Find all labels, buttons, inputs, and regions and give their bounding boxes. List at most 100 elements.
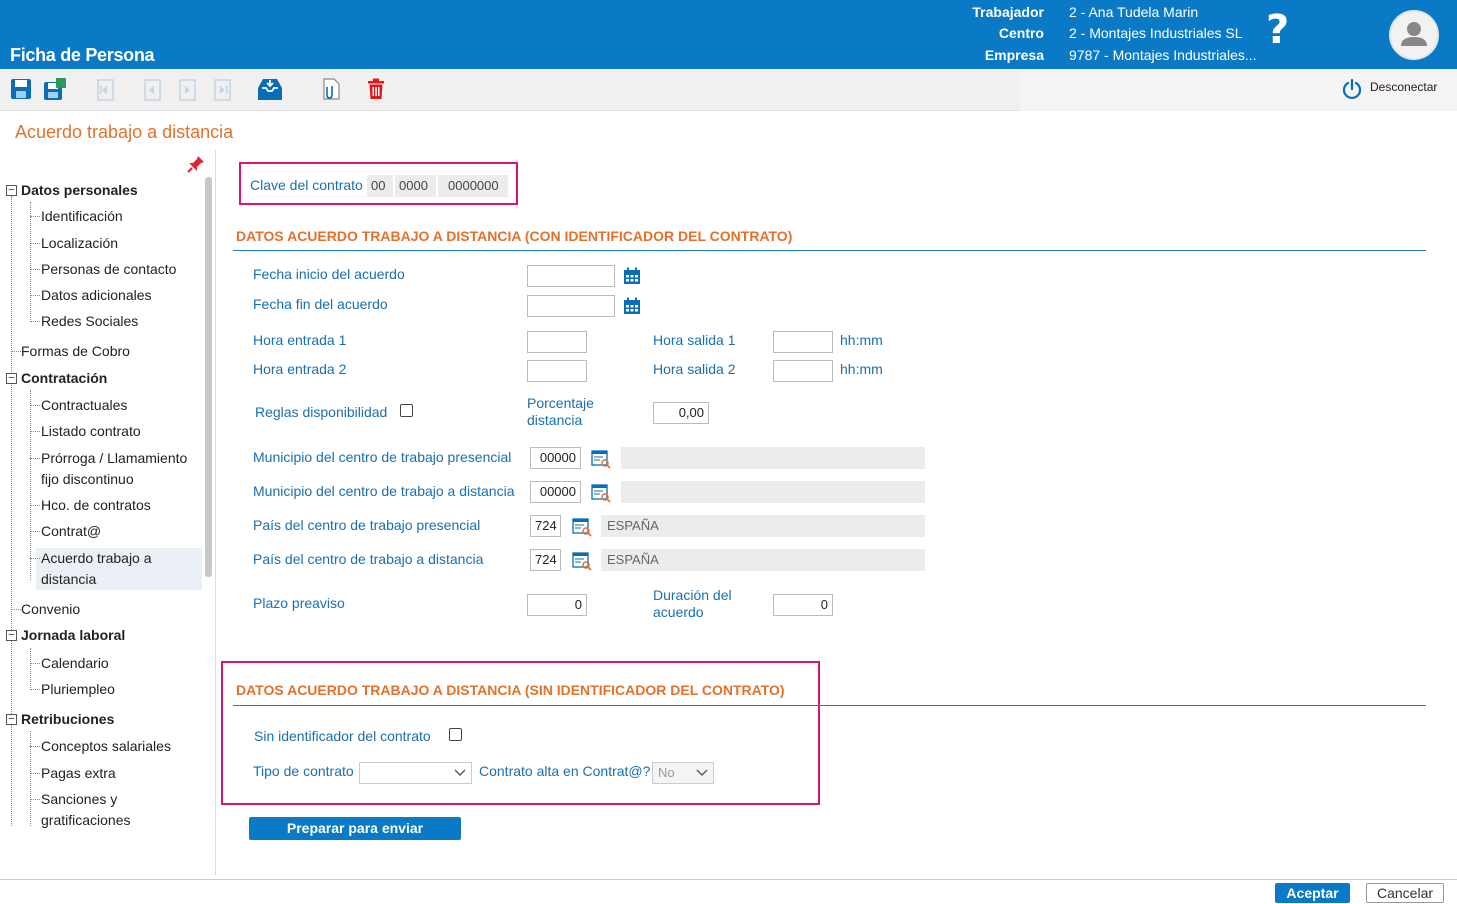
municipio-presencial-description bbox=[621, 447, 925, 469]
lookup-icon[interactable] bbox=[572, 517, 592, 537]
tree-connector bbox=[30, 648, 31, 690]
tree-item-redes-sociales[interactable]: Redes Sociales bbox=[41, 311, 138, 332]
clave-contrato-label: Clave del contrato bbox=[250, 177, 363, 193]
tree-item-acuerdo-trabajo-distancia[interactable]: Acuerdo trabajo a bbox=[41, 548, 152, 569]
save-all-icon[interactable] bbox=[43, 77, 67, 101]
collapse-retribuciones-icon[interactable]: − bbox=[6, 714, 17, 725]
previous-record-icon[interactable] bbox=[140, 78, 164, 102]
user-icon bbox=[1401, 22, 1427, 46]
tree-item-contractuales[interactable]: Contractuales bbox=[41, 395, 127, 416]
municipio-distancia-label: Municipio del centro de trabajo a distan… bbox=[253, 483, 515, 499]
collapse-jornada-icon[interactable]: − bbox=[6, 630, 17, 641]
page-title: Acuerdo trabajo a distancia bbox=[15, 122, 234, 142]
tree-item-identificacion[interactable]: Identificación bbox=[41, 206, 123, 227]
tree-item-retribuciones[interactable]: Retribuciones bbox=[21, 709, 114, 730]
tree-item-hco-contratos[interactable]: Hco. de contratos bbox=[41, 495, 151, 516]
tipo-contrato-select[interactable] bbox=[359, 762, 472, 784]
tree-item-pagas-extra[interactable]: Pagas extra bbox=[41, 763, 116, 784]
aceptar-button[interactable]: Aceptar bbox=[1275, 883, 1350, 903]
trabajador-label: Trabajador bbox=[972, 4, 1044, 20]
pin-icon[interactable] bbox=[187, 155, 205, 173]
tree-item-calendario[interactable]: Calendario bbox=[41, 653, 109, 674]
plazo-preaviso-label: Plazo preaviso bbox=[253, 595, 345, 611]
contrato-alta-value: No bbox=[658, 765, 675, 780]
tree-item-datos-personales[interactable]: Datos personales bbox=[21, 180, 138, 201]
tree-connector bbox=[30, 390, 31, 580]
hora-salida1-input[interactable] bbox=[773, 331, 833, 353]
tree-connector bbox=[30, 458, 40, 459]
porcentaje-distancia-input[interactable]: 0,00 bbox=[653, 402, 709, 424]
calendar-icon[interactable] bbox=[623, 297, 641, 315]
fecha-fin-input[interactable] bbox=[527, 295, 615, 317]
trabajador-value: 2 - Ana Tudela Marin bbox=[1069, 4, 1199, 20]
tree-item-prorroga[interactable]: Prórroga / Llamamiento bbox=[41, 448, 187, 469]
help-icon[interactable]: ? bbox=[1266, 10, 1296, 50]
first-record-icon[interactable] bbox=[93, 78, 117, 102]
pais-presencial-description: ESPAÑA bbox=[601, 515, 925, 537]
tree-item-sanciones[interactable]: Sanciones y bbox=[41, 789, 117, 810]
hora-entrada1-label: Hora entrada 1 bbox=[253, 332, 347, 348]
disconnect-button[interactable]: Desconectar bbox=[1370, 80, 1437, 94]
attachment-icon[interactable] bbox=[318, 77, 342, 101]
tree-item-convenio[interactable]: Convenio bbox=[21, 599, 80, 620]
tree-item-jornada-laboral[interactable]: Jornada laboral bbox=[21, 625, 125, 646]
tree-connector bbox=[30, 558, 40, 559]
tree-connector bbox=[30, 799, 40, 800]
preparar-enviar-button[interactable]: Preparar para enviar bbox=[249, 817, 461, 840]
reglas-disponibilidad-label: Reglas disponibilidad bbox=[255, 404, 388, 420]
tree-item-prorroga-line2[interactable]: fijo discontinuo bbox=[41, 469, 134, 490]
inbox-icon[interactable] bbox=[256, 76, 284, 102]
lookup-icon[interactable] bbox=[591, 449, 611, 469]
sin-identificador-checkbox[interactable] bbox=[449, 728, 462, 741]
hora-entrada1-input[interactable] bbox=[527, 331, 587, 353]
tree-item-localizacion[interactable]: Localización bbox=[41, 233, 118, 254]
tree-scrollbar[interactable] bbox=[205, 177, 212, 577]
tree-item-formas-cobro[interactable]: Formas de Cobro bbox=[21, 341, 130, 362]
last-record-icon[interactable] bbox=[210, 78, 234, 102]
contrato-alta-select[interactable]: No bbox=[652, 762, 714, 784]
hora-salida2-input[interactable] bbox=[773, 360, 833, 382]
pais-distancia-description: ESPAÑA bbox=[601, 549, 925, 571]
cancelar-button[interactable]: Cancelar bbox=[1366, 883, 1444, 903]
municipio-distancia-code-input[interactable]: 00000 bbox=[530, 481, 581, 503]
municipio-presencial-code-input[interactable]: 00000 bbox=[530, 447, 581, 469]
tree-connector bbox=[30, 295, 40, 296]
app-header: Ficha de Persona Trabajador 2 - Ana Tude… bbox=[0, 0, 1457, 69]
plazo-preaviso-input[interactable]: 0 bbox=[527, 594, 587, 616]
tree-item-personas-contacto[interactable]: Personas de contacto bbox=[41, 259, 176, 280]
tree-item-pluriempleo[interactable]: Pluriempleo bbox=[41, 679, 115, 700]
tree-connector bbox=[30, 202, 31, 322]
centro-value: 2 - Montajes Industriales SL bbox=[1069, 25, 1243, 41]
collapse-datos-personales-icon[interactable]: − bbox=[6, 185, 17, 196]
tree-item-sanciones-line2[interactable]: gratificaciones bbox=[41, 810, 131, 831]
lookup-icon[interactable] bbox=[572, 551, 592, 571]
lookup-icon[interactable] bbox=[591, 483, 611, 503]
tree-item-acuerdo-line2[interactable]: distancia bbox=[41, 569, 96, 590]
tree-item-datos-adicionales[interactable]: Datos adicionales bbox=[41, 285, 152, 306]
avatar[interactable] bbox=[1389, 10, 1439, 60]
calendar-icon[interactable] bbox=[623, 267, 641, 285]
clave-part1: 00 bbox=[367, 175, 393, 197]
fecha-fin-label: Fecha fin del acuerdo bbox=[253, 296, 388, 312]
pais-distancia-code-input[interactable]: 724 bbox=[530, 549, 561, 571]
delete-icon[interactable] bbox=[364, 77, 388, 101]
fecha-inicio-label: Fecha inicio del acuerdo bbox=[253, 266, 405, 282]
tree-connector bbox=[30, 321, 40, 322]
tree-item-conceptos-salariales[interactable]: Conceptos salariales bbox=[41, 736, 171, 757]
tree-item-listado-contrato[interactable]: Listado contrato bbox=[41, 421, 141, 442]
save-icon[interactable] bbox=[9, 77, 33, 101]
section1-divider bbox=[233, 250, 1426, 251]
duracion-acuerdo-input[interactable]: 0 bbox=[773, 594, 833, 616]
power-icon[interactable] bbox=[1341, 78, 1363, 100]
reglas-disponibilidad-checkbox[interactable] bbox=[400, 404, 413, 417]
collapse-contratacion-icon[interactable]: − bbox=[6, 373, 17, 384]
hora-entrada2-input[interactable] bbox=[527, 360, 587, 382]
tree-connector bbox=[30, 773, 40, 774]
pais-presencial-code-input[interactable]: 724 bbox=[530, 515, 561, 537]
next-record-icon[interactable] bbox=[175, 78, 199, 102]
hora-entrada2-label: Hora entrada 2 bbox=[253, 361, 347, 377]
tree-item-contratacion[interactable]: Contratación bbox=[21, 368, 107, 389]
tree-item-contrata[interactable]: Contrat@ bbox=[41, 521, 101, 542]
hora-salida2-label: Hora salida 2 bbox=[653, 361, 736, 377]
fecha-inicio-input[interactable] bbox=[527, 265, 615, 287]
